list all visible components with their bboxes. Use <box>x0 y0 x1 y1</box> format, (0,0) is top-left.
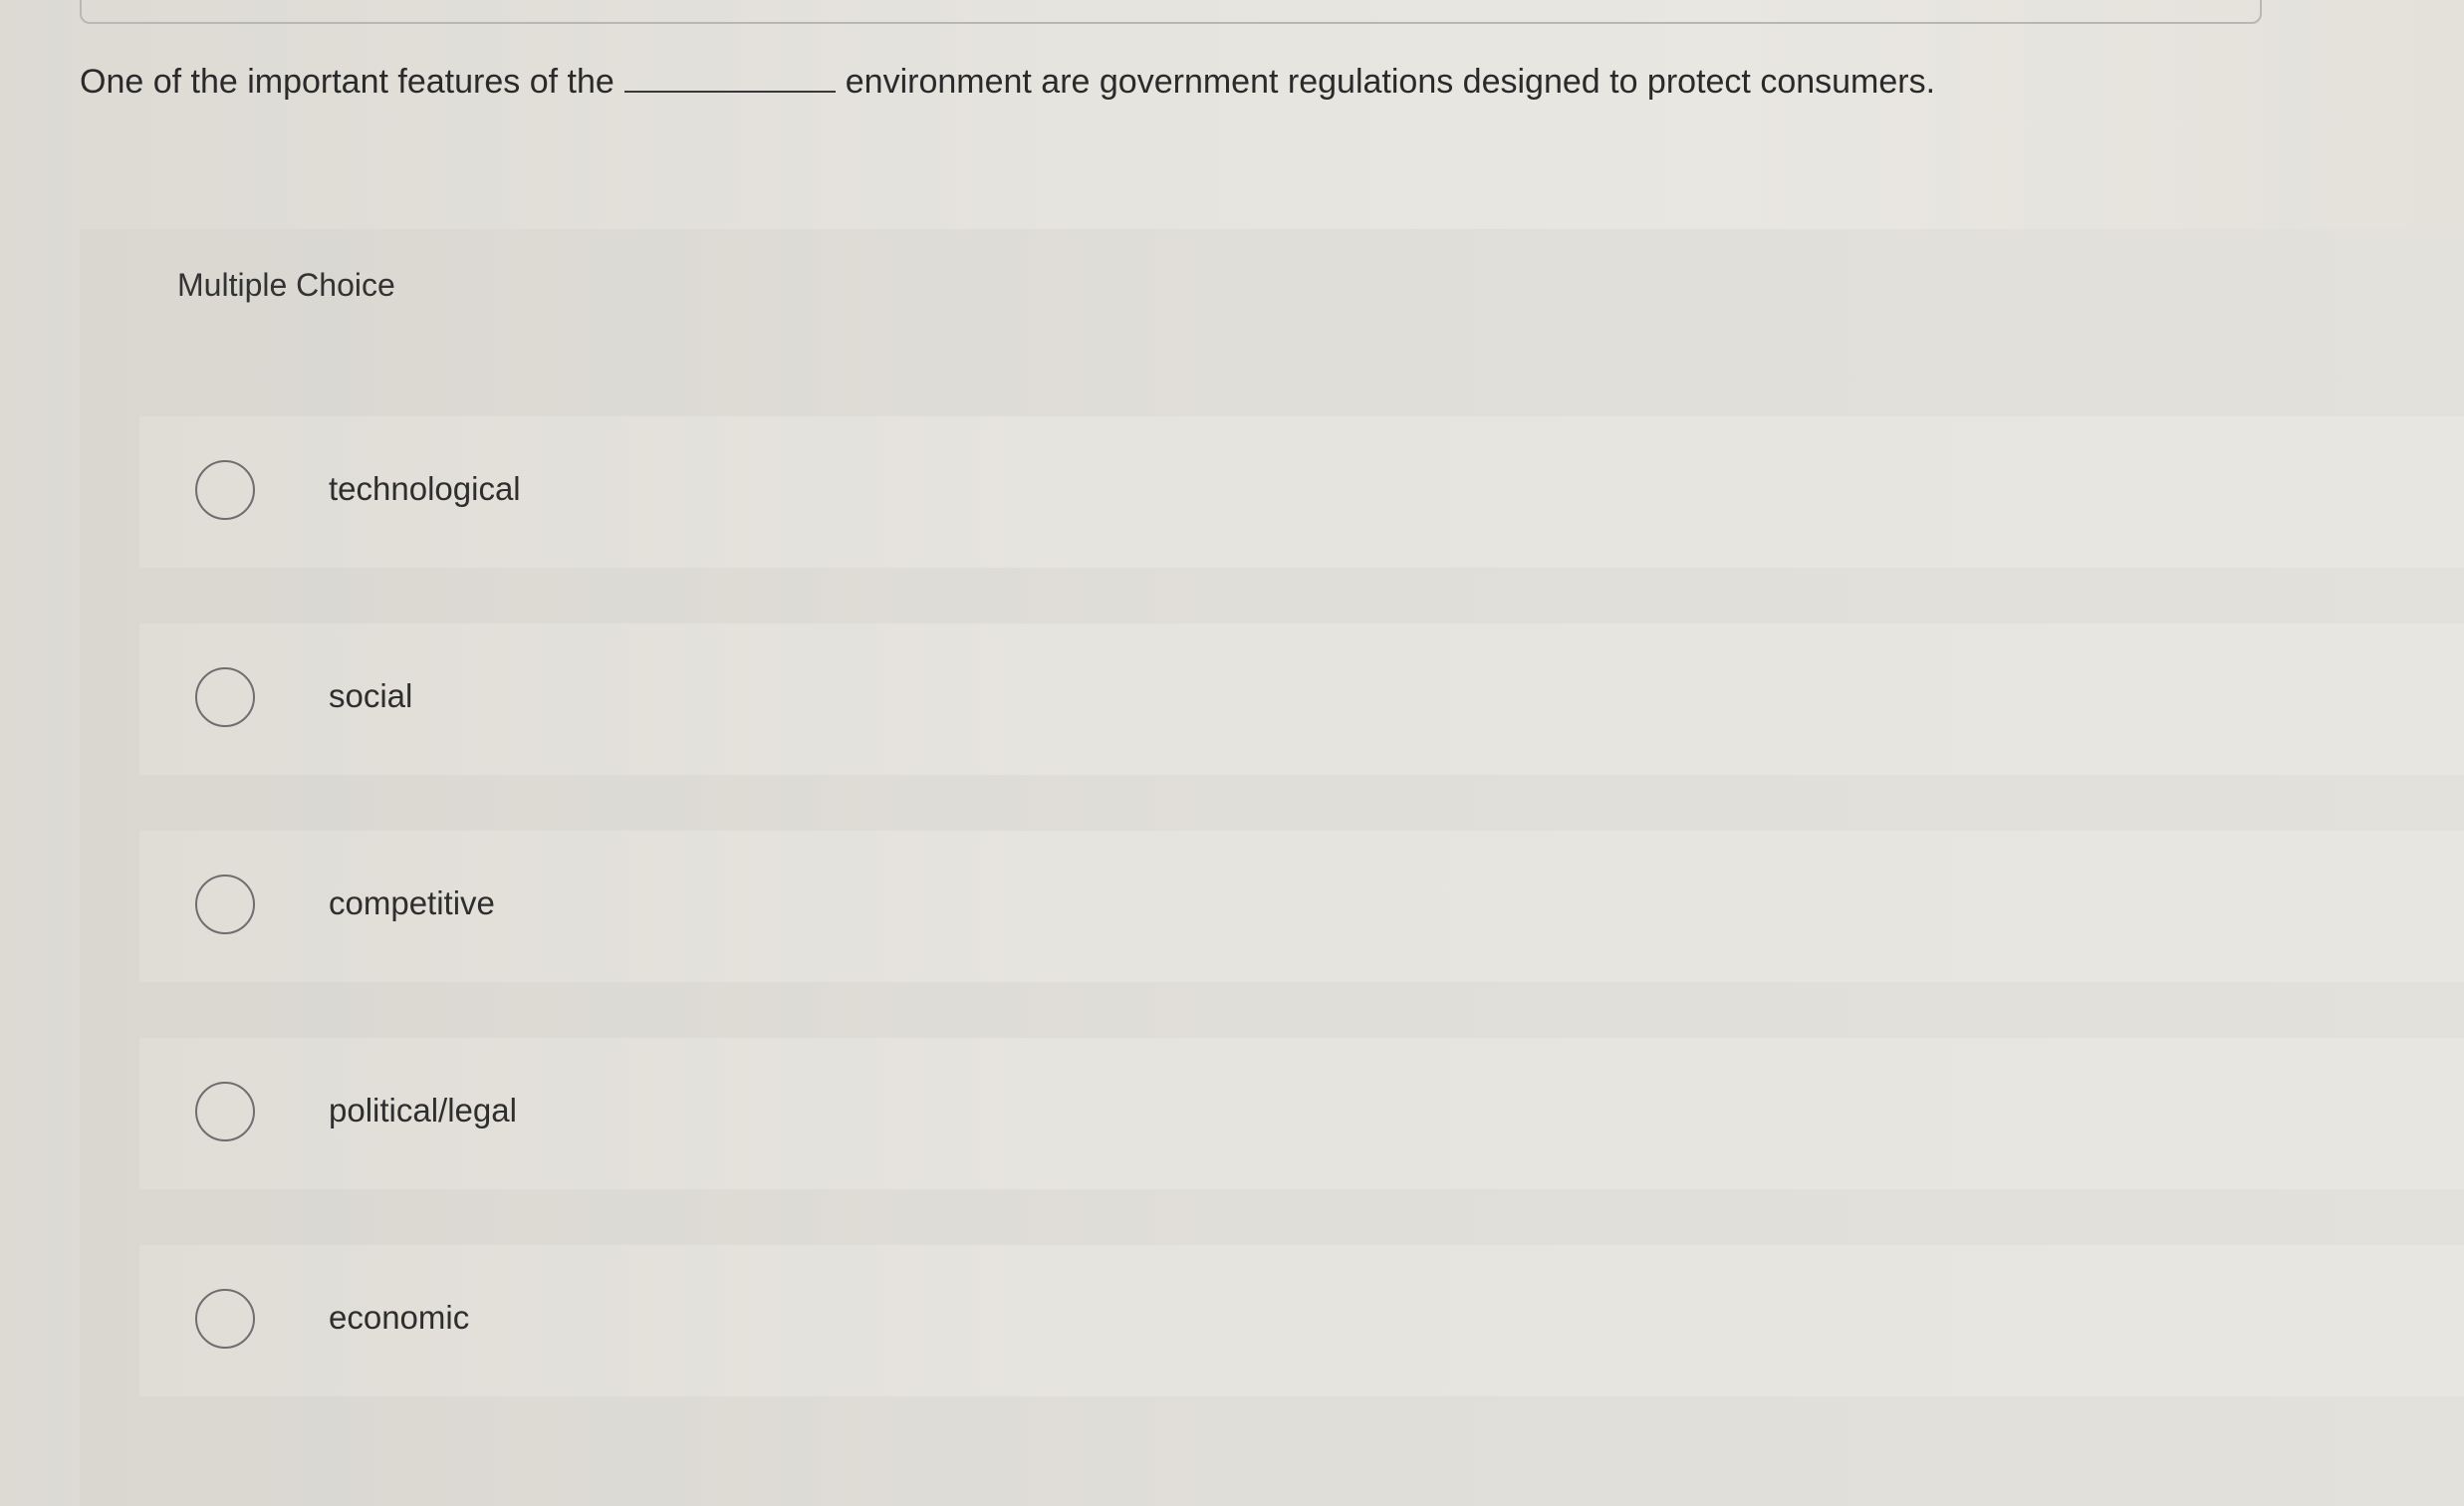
answer-option-economic[interactable]: economic <box>139 1245 2464 1396</box>
answer-option-social[interactable]: social <box>139 624 2464 775</box>
answer-option-label: technological <box>329 470 521 507</box>
answer-option-political-legal[interactable]: political/legal <box>139 1038 2464 1189</box>
radio-button-icon[interactable] <box>195 667 255 727</box>
answer-option-label: competitive <box>329 884 495 921</box>
answer-option-competitive[interactable]: competitive <box>139 831 2464 982</box>
question-text-after: environment are government regulations d… <box>845 63 1936 101</box>
question-text-before: One of the important features of the <box>80 63 615 101</box>
radio-button-icon[interactable] <box>195 1289 255 1349</box>
answer-option-technological[interactable]: technological <box>139 416 2464 568</box>
radio-button-icon[interactable] <box>195 1082 255 1141</box>
answer-options-list: technological social competitive politic… <box>139 416 2464 1452</box>
question-prompt: One of the important features of the envi… <box>80 58 1935 106</box>
answer-option-label: political/legal <box>329 1092 517 1129</box>
answer-option-label: economic <box>329 1299 470 1336</box>
answer-option-label: social <box>329 677 413 714</box>
radio-button-icon[interactable] <box>195 875 255 934</box>
previous-section-frame <box>80 0 2262 24</box>
multiple-choice-header: Multiple Choice <box>177 267 395 303</box>
answer-blank <box>623 61 836 93</box>
multiple-choice-panel: Multiple Choice technological social com… <box>80 229 2464 1506</box>
radio-button-icon[interactable] <box>195 460 255 520</box>
